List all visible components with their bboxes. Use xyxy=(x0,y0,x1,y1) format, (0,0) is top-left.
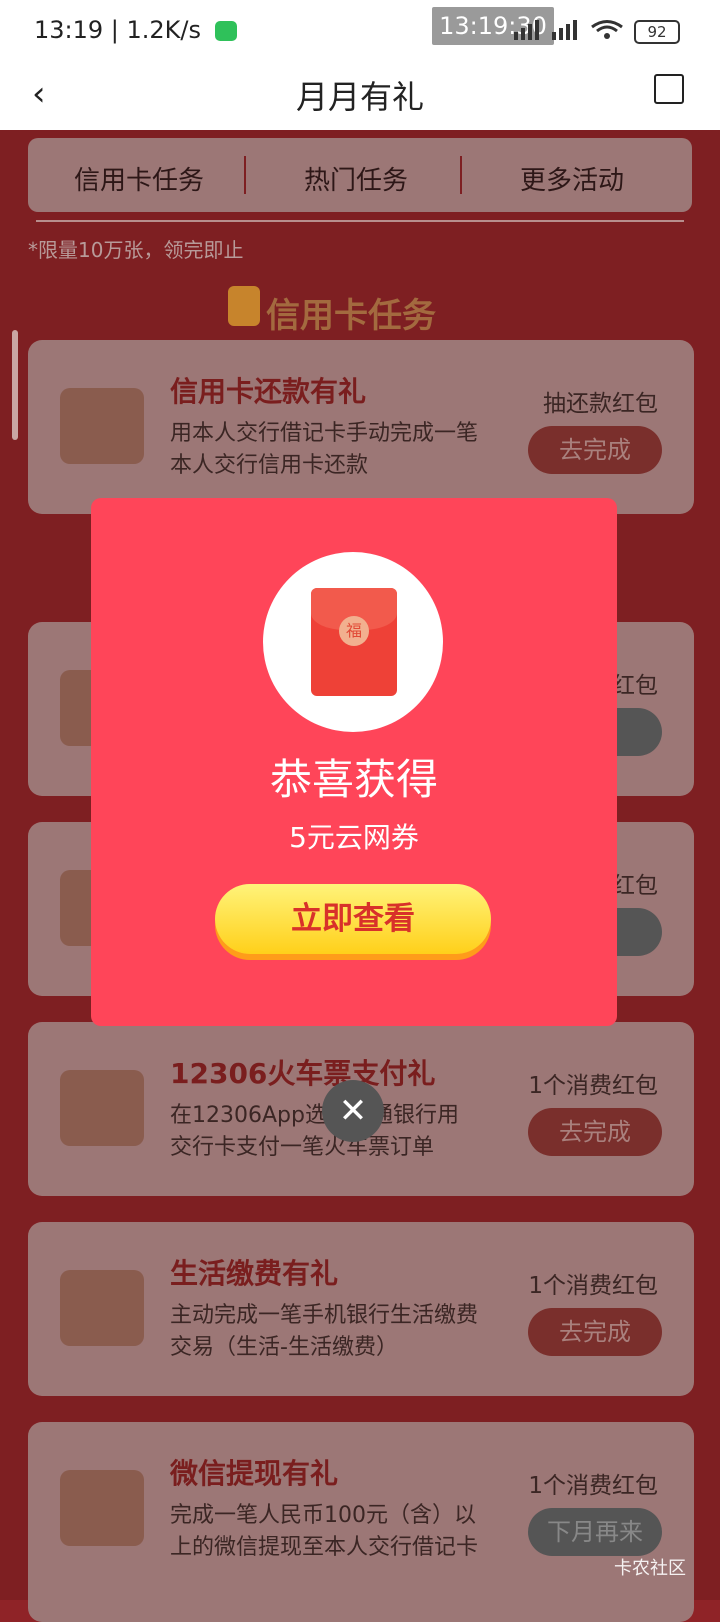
task-reward: 红包 xyxy=(612,873,658,899)
battery-indicator: 92 xyxy=(634,20,680,44)
complete-button[interactable]: 去完成 xyxy=(528,1308,662,1356)
task-reward: 抽还款红包 xyxy=(543,391,658,417)
modal-subtitle: 5元云网券 xyxy=(289,821,419,854)
tab-credit-card-tasks[interactable]: 信用卡任务 xyxy=(74,160,204,197)
task-card: 信用卡还款有礼 用本人交行借记卡手动完成一笔本人交行信用卡还款 抽还款红包 去完… xyxy=(28,340,694,514)
wechat-icon xyxy=(214,21,237,41)
tab-underline xyxy=(36,220,684,222)
tab-more-activities[interactable]: 更多活动 xyxy=(520,160,624,197)
wifi-icon xyxy=(591,20,623,39)
shopping-basket-icon xyxy=(60,1270,144,1346)
red-envelope-icon xyxy=(228,286,260,326)
task-reward: 1个消费红包 xyxy=(528,1273,658,1299)
task-reward: 红包 xyxy=(612,673,658,699)
task-title: 微信提现有礼 xyxy=(170,1457,339,1490)
status-bar: 13:19 | 1.2K/s 13:19:30 92 xyxy=(0,0,720,60)
limit-notice: *限量10万张，领完即止 xyxy=(28,238,244,262)
task-reward: 1个消费红包 xyxy=(528,1073,658,1099)
section-title: 信用卡任务 xyxy=(266,296,436,336)
scrollbar[interactable] xyxy=(12,330,18,440)
close-icon[interactable]: ✕ xyxy=(322,1080,384,1142)
task-tabs: 信用卡任务 热门任务 更多活动 xyxy=(28,138,692,212)
fortune-seal: 福 xyxy=(339,616,369,646)
reward-modal: 福 恭喜获得 5元云网券 立即查看 xyxy=(91,498,617,1026)
signal-icon xyxy=(514,20,539,40)
task-card: 生活缴费有礼 主动完成一笔手机银行生活缴费交易（生活-生活缴费） 1个消费红包 … xyxy=(28,1222,694,1396)
page-title: 月月有礼 xyxy=(295,78,424,116)
task-card: 微信提现有礼 完成一笔人民币100元（含）以上的微信提现至本人交行借记卡 1个消… xyxy=(28,1422,694,1622)
task-reward: 1个消费红包 xyxy=(528,1473,658,1499)
task-description: 完成一笔人民币100元（含）以上的微信提现至本人交行借记卡 xyxy=(170,1503,479,1560)
tab-hot-tasks[interactable]: 热门任务 xyxy=(304,160,408,197)
task-description: 主动完成一笔手机银行生活缴费交易（生活-生活缴费） xyxy=(170,1303,479,1360)
train-icon xyxy=(60,1070,144,1146)
app-bar: ‹ 月月有礼 xyxy=(0,60,720,130)
tab-separator xyxy=(460,156,462,194)
modal-title: 恭喜获得 xyxy=(269,755,438,804)
task-title: 生活缴费有礼 xyxy=(170,1257,339,1290)
share-icon[interactable] xyxy=(654,74,684,104)
tab-separator xyxy=(244,156,246,194)
complete-button[interactable]: 去完成 xyxy=(528,426,662,474)
task-description: 用本人交行借记卡手动完成一笔本人交行信用卡还款 xyxy=(170,421,479,478)
task-title: 12306火车票支付礼 xyxy=(170,1057,436,1090)
view-now-button[interactable]: 立即查看 xyxy=(215,884,491,954)
reward-medal: 福 xyxy=(263,552,443,732)
signal-hd-icon xyxy=(552,20,577,40)
red-envelope-icon: 福 xyxy=(311,588,397,696)
watermark: 卡农社区 xyxy=(614,1558,686,1579)
come-next-month-button[interactable]: 下月再来 xyxy=(528,1508,662,1556)
credit-card-icon xyxy=(60,388,144,464)
phone-yuan-icon xyxy=(60,1470,144,1546)
complete-button[interactable]: 去完成 xyxy=(528,1108,662,1156)
status-time-speed: 13:19 | 1.2K/s xyxy=(34,16,237,44)
task-title: 信用卡还款有礼 xyxy=(170,375,367,408)
